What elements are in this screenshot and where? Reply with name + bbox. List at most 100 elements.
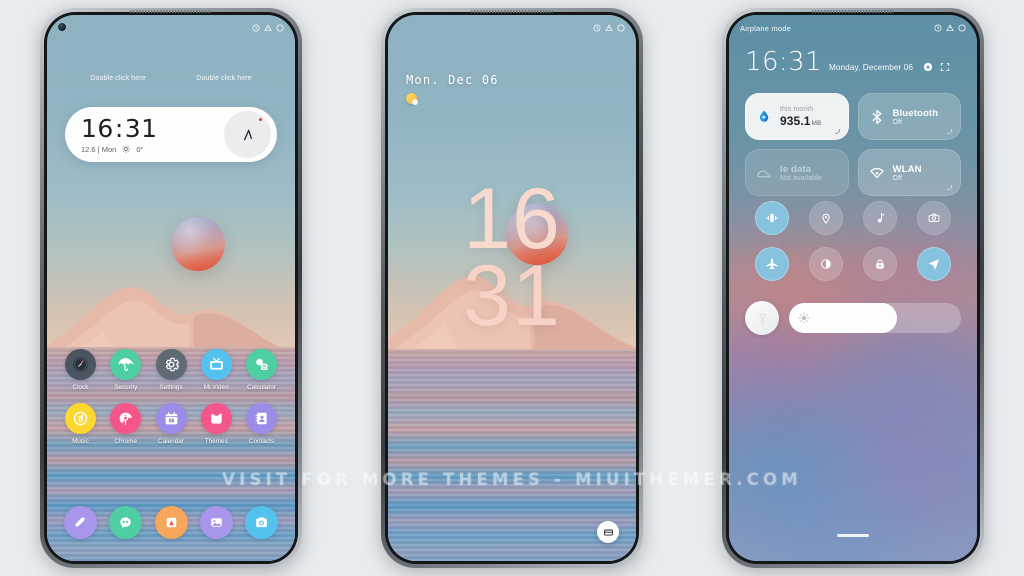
brightness-row [745,301,961,335]
app-label: Mi Video [203,384,229,391]
widget-date: 12.6 | Mon [81,144,117,154]
appstore-icon [154,506,188,539]
wallet-button[interactable] [597,521,619,543]
contacts-icon [246,403,277,434]
app-label: Calendar [158,438,184,445]
front-camera-punchhole [58,23,66,31]
expand-corner-icon[interactable] [834,128,841,135]
double-click-hints: Double click here Double click here [47,75,295,82]
app-clock[interactable]: Clock [59,349,102,391]
app-contacts[interactable]: Contacts [240,403,283,445]
card-title: this month [780,105,814,113]
phone-bezel: Mon. Dec 06 16 31 [385,12,639,564]
app-calculator[interactable]: Calculator [240,349,283,391]
screen-control-center: Airplane mode 16:31 Monday, December 06 [729,15,977,561]
phone-mockup-home: Double click here Double click here 16:3… [40,8,302,568]
card-title: le data [780,164,812,175]
card-mobile-data[interactable]: le data Not available [745,149,849,196]
settings-circle-icon[interactable] [923,62,933,72]
gear-icon [155,349,187,380]
dock-browser[interactable] [104,506,147,539]
mobile-data-icon [755,164,773,182]
app-settings[interactable]: Settings [150,349,193,391]
quick-toggle-grid [745,201,961,281]
drag-handle[interactable] [837,534,869,537]
earpiece-speaker [812,10,894,13]
status-bar-icons [252,24,284,32]
toggle-vibrate[interactable] [755,201,789,235]
phone-bezel: Double click here Double click here 16:3… [44,12,298,564]
expand-icon[interactable] [940,62,950,72]
brightness-slider[interactable] [789,303,961,333]
phone-bezel: Airplane mode 16:31 Monday, December 06 [726,12,980,564]
app-security[interactable]: Security [104,349,147,391]
earpiece-speaker [130,10,212,13]
calculator-icon [246,349,277,380]
toggle-dark-mode[interactable] [809,247,843,281]
control-center-cards: this month 935.1MB Bluetooth Off le data… [745,93,961,196]
sun-icon [122,145,131,153]
toggle-screenshot[interactable] [917,201,951,235]
app-mi-video[interactable]: Mi Video [195,349,238,391]
app-label: Contacts [248,438,275,445]
app-calendar[interactable]: 06 Calendar [150,403,193,445]
alert-triangle-icon [605,24,613,32]
control-center-header: 16:31 Monday, December 06 [745,49,961,75]
dock-gallery[interactable] [195,506,238,539]
weather-dot-icon [406,93,418,105]
widget-action-button[interactable] [224,111,271,158]
status-bar [388,15,636,41]
circle-icon [276,24,284,32]
phone-icon [64,506,97,539]
camera-icon [245,506,278,539]
app-label: Clock [72,384,89,391]
app-chrome[interactable]: Chrome [104,403,147,445]
dock-camera[interactable] [240,506,283,539]
toggle-location[interactable] [809,201,843,235]
alarm-clock-icon [593,24,601,32]
app-label: Settings [159,384,183,391]
screen-lock: Mon. Dec 06 16 31 [388,15,636,561]
toggle-gps[interactable] [917,247,951,281]
arrow-icon [240,127,256,143]
toggle-sound[interactable] [863,201,897,235]
status-label: Airplane mode [740,23,791,33]
browser-icon [109,506,143,539]
cc-time: 16:31 [745,47,822,77]
card-wlan[interactable]: WLAN Off [857,149,961,196]
svg-text:06: 06 [168,418,174,424]
toggle-airplane[interactable] [755,247,789,281]
app-themes[interactable]: Themes [195,403,238,445]
dock-appstore[interactable] [150,506,193,539]
wlan-icon [868,164,886,182]
app-label: Chrome [114,438,138,445]
flashlight-button[interactable] [745,301,779,335]
widget-temperature: 0° [136,144,144,154]
music-note-icon [65,403,96,434]
phone-mockup-control-center: Airplane mode 16:31 Monday, December 06 [722,8,984,568]
tv-icon [200,349,232,380]
phone-mockup-lock: Mon. Dec 06 16 31 [381,8,643,568]
expand-corner-icon[interactable] [946,128,953,135]
card-value: 935.1 [780,113,811,128]
status-bar-icons [593,24,625,32]
hint-right[interactable]: Double click here [196,75,251,82]
expand-corner-icon[interactable] [946,184,953,191]
card-bluetooth[interactable]: Bluetooth Off [857,93,961,140]
app-music[interactable]: Music [59,403,102,445]
notification-dot [259,118,262,121]
earpiece-speaker [471,10,553,13]
app-row-2: Music Chrome 06 Calendar Themes Contacts [59,403,283,445]
toggle-lock[interactable] [863,247,897,281]
status-bar-icons [934,24,966,32]
app-label: Calculator [247,384,276,391]
clock-weather-widget[interactable]: 16:31 12.6 | Mon 0° [65,107,277,162]
hint-left[interactable]: Double click here [90,75,145,82]
app-grid: Clock Security Settings Mi Video Calcula… [59,349,283,457]
app-row-1: Clock Security Settings Mi Video Calcula… [59,349,283,391]
umbrella-icon [110,349,142,380]
card-data-usage[interactable]: this month 935.1MB [745,93,849,140]
alert-triangle-icon [946,24,954,32]
dock-phone[interactable] [59,506,102,539]
card-value: Not available [780,175,822,182]
